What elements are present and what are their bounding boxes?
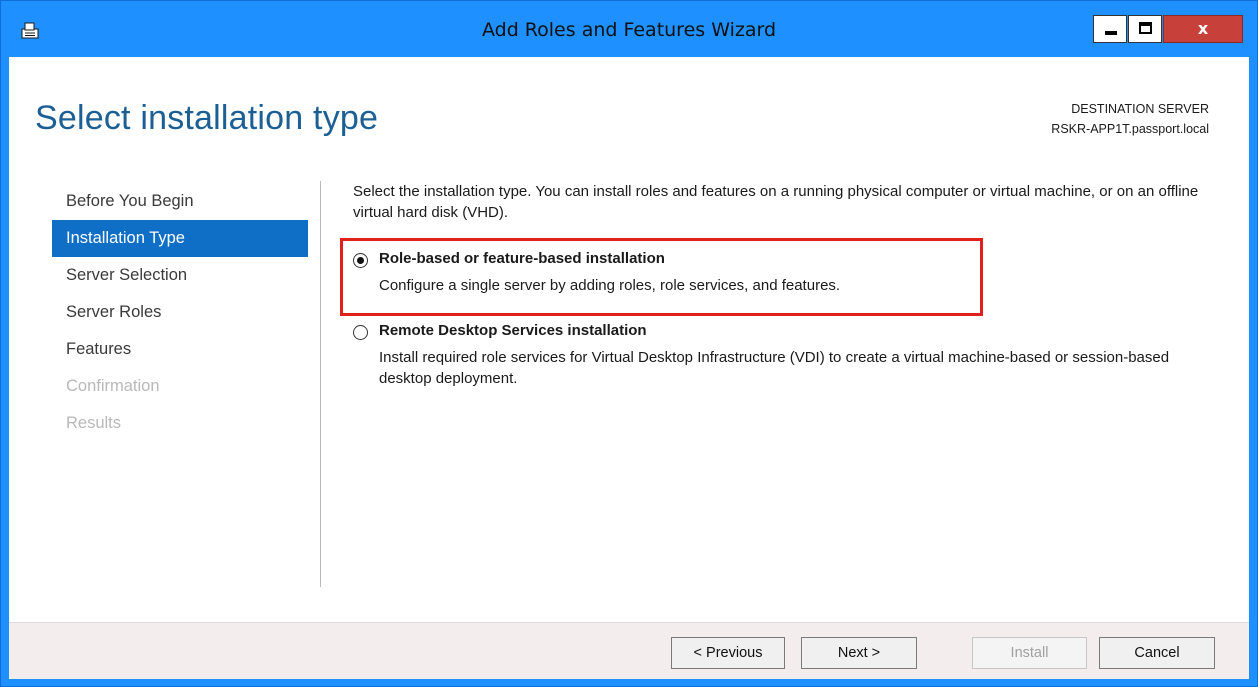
radio-remote-desktop[interactable]	[353, 325, 368, 340]
minimize-icon	[1105, 31, 1117, 35]
destination-label: DESTINATION SERVER	[1071, 102, 1209, 116]
cancel-button[interactable]: Cancel	[1099, 637, 1215, 669]
destination-server-name: RSKR-APP1T.passport.local	[1051, 122, 1209, 136]
window-title: Add Roles and Features Wizard	[481, 19, 777, 41]
close-icon: x	[1197, 19, 1209, 38]
page-title: Select installation type	[35, 99, 379, 137]
nav-item-before-you-begin[interactable]: Before You Begin	[52, 183, 308, 220]
option-remote-desktop-label[interactable]: Remote Desktop Services installation	[379, 322, 647, 339]
nav-item-results: Results	[66, 414, 122, 432]
destination-server: DESTINATION SERVER RSKR-APP1T.passport.l…	[1051, 99, 1209, 139]
previous-button[interactable]: < Previous	[671, 637, 785, 669]
main-content: Select the installation type. You can in…	[340, 181, 1223, 387]
maximize-button[interactable]	[1128, 15, 1162, 43]
option-remote-desktop-description: Install required role services for Virtu…	[379, 349, 1170, 387]
title-bar[interactable]: Add Roles and Features Wizard x	[1, 1, 1257, 57]
nav-item-server-selection[interactable]: Server Selection	[52, 257, 308, 294]
minimize-button[interactable]	[1093, 15, 1127, 43]
install-button: Install	[972, 637, 1087, 669]
option-role-based-description: Configure a single server by adding role…	[379, 277, 841, 294]
next-button[interactable]: Next >	[801, 637, 917, 669]
nav-item-confirmation: Confirmation	[66, 377, 160, 395]
close-button[interactable]: x	[1163, 15, 1243, 43]
wizard-window: Add Roles and Features Wizard x Select i…	[0, 0, 1258, 687]
wizard-footer: < Previous Next > Install Cancel	[9, 622, 1249, 679]
wizard-client-area: Select installation type DESTINATION SER…	[9, 57, 1249, 679]
vertical-divider	[320, 181, 321, 587]
option-role-based-label[interactable]: Role-based or feature-based installation	[379, 250, 665, 267]
nav-item-features[interactable]: Features	[52, 331, 308, 368]
maximize-icon	[1139, 22, 1152, 34]
wizard-steps-nav: Before You Begin Installation Type Serve…	[52, 183, 308, 442]
nav-item-server-roles[interactable]: Server Roles	[52, 294, 308, 331]
intro-text: Select the installation type. You can in…	[353, 183, 1199, 221]
nav-item-installation-type[interactable]: Installation Type	[52, 220, 308, 257]
radio-role-based[interactable]	[353, 253, 368, 268]
